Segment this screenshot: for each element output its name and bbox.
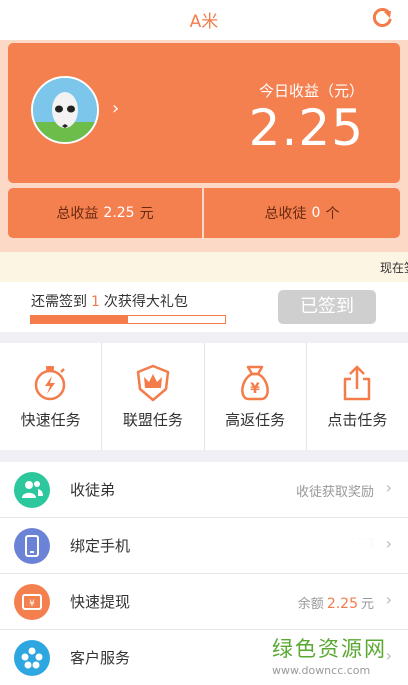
total-income-label: 总收益 xyxy=(56,206,99,222)
task-quick[interactable]: 快速任务 xyxy=(0,343,103,450)
balance-amount: 2.25 xyxy=(326,596,358,612)
refresh-icon[interactable] xyxy=(370,6,394,30)
earnings-panel: › 今日收益（元） 2.25 总收益 2.25 元 总收徒 0 个 xyxy=(0,40,408,252)
task-high-return[interactable]: ¥ 高返任务 xyxy=(205,343,307,450)
crown-shield-icon xyxy=(136,364,170,402)
total-income-value: 2.25 xyxy=(103,205,135,221)
watermark-name: 绿色资源网 xyxy=(272,637,387,661)
signin-days: 1 xyxy=(91,294,100,310)
signed-in-button[interactable]: 已签到 xyxy=(278,290,376,324)
chevron-right-icon: › xyxy=(385,590,392,609)
balance-prefix: 余额 xyxy=(297,597,324,612)
share-icon xyxy=(344,365,371,401)
masked-phone-digits xyxy=(326,534,376,556)
watermark: 绿色资源网 www.downcc.com xyxy=(272,633,392,677)
top-nav-bar: A米 xyxy=(0,0,408,40)
avatar-image xyxy=(33,78,97,142)
signin-progress-bar xyxy=(30,315,226,324)
today-earnings-value: 2.25 xyxy=(248,99,364,157)
signin-suffix: 次获得大礼包 xyxy=(103,294,188,310)
task-grid: 快速任务 联盟任务 ¥ 高返任务 点击任务 xyxy=(0,343,408,450)
chevron-right-icon: › xyxy=(385,478,392,497)
menu-row-bind-phone[interactable]: 绑定手机 153 › xyxy=(0,518,408,574)
total-apprentices-label: 总收徒 xyxy=(264,206,307,222)
task-quick-label: 快速任务 xyxy=(20,411,81,429)
total-apprentices-stat: 总收徒 0 个 xyxy=(204,188,400,238)
signin-progress-fill xyxy=(31,316,128,323)
signin-section: 还需签到 1 次获得大礼包 已签到 xyxy=(0,282,408,332)
service-icon xyxy=(14,640,50,676)
task-click-label: 点击任务 xyxy=(327,411,388,429)
total-income-stat: 总收益 2.25 元 xyxy=(8,188,202,238)
wallet-icon: ¥ xyxy=(14,584,50,620)
signin-prompt: 还需签到 1 次获得大礼包 xyxy=(31,291,188,311)
menu-bind-phone-label: 绑定手机 xyxy=(70,537,131,555)
money-bag-icon: ¥ xyxy=(241,365,269,401)
phone-icon xyxy=(14,528,50,564)
svg-text:¥: ¥ xyxy=(29,599,35,609)
watermark-url: www.downcc.com xyxy=(272,664,371,677)
notice-marquee: 现在签 xyxy=(0,252,408,282)
total-apprentices-value: 0 xyxy=(311,205,321,221)
task-alliance[interactable]: 联盟任务 xyxy=(102,343,205,450)
profile-chevron-icon[interactable]: › xyxy=(112,98,119,119)
marquee-text: 现在签 xyxy=(380,261,408,275)
menu-apprentice-value: 收徒获取奖励 xyxy=(295,485,374,500)
stopwatch-icon xyxy=(34,366,65,401)
menu-apprentice-label: 收徒弟 xyxy=(70,481,116,499)
svg-text:¥: ¥ xyxy=(250,381,260,397)
task-click[interactable]: 点击任务 xyxy=(307,343,408,450)
task-alliance-label: 联盟任务 xyxy=(122,411,183,429)
app-title: A米 xyxy=(189,12,219,32)
avatar[interactable] xyxy=(31,76,99,144)
menu-withdraw-label: 快速提现 xyxy=(70,593,131,611)
people-icon xyxy=(14,472,50,508)
total-apprentices-unit: 个 xyxy=(325,206,340,222)
total-income-unit: 元 xyxy=(139,206,154,222)
balance-unit: 元 xyxy=(360,597,374,612)
menu-row-withdraw[interactable]: ¥ 快速提现 余额 2.25 元 › xyxy=(0,574,408,630)
signin-prefix: 还需签到 xyxy=(31,294,87,310)
today-earnings-label: 今日收益（元） xyxy=(258,82,364,100)
today-earnings-card: › 今日收益（元） 2.25 xyxy=(8,43,400,183)
chevron-right-icon: › xyxy=(385,534,392,553)
task-high-return-label: 高返任务 xyxy=(225,411,286,429)
menu-service-label: 客户服务 xyxy=(70,649,131,667)
menu-withdraw-value: 余额 2.25 元 xyxy=(298,593,374,612)
menu-row-apprentice[interactable]: 收徒弟 收徒获取奖励 › xyxy=(0,462,408,518)
